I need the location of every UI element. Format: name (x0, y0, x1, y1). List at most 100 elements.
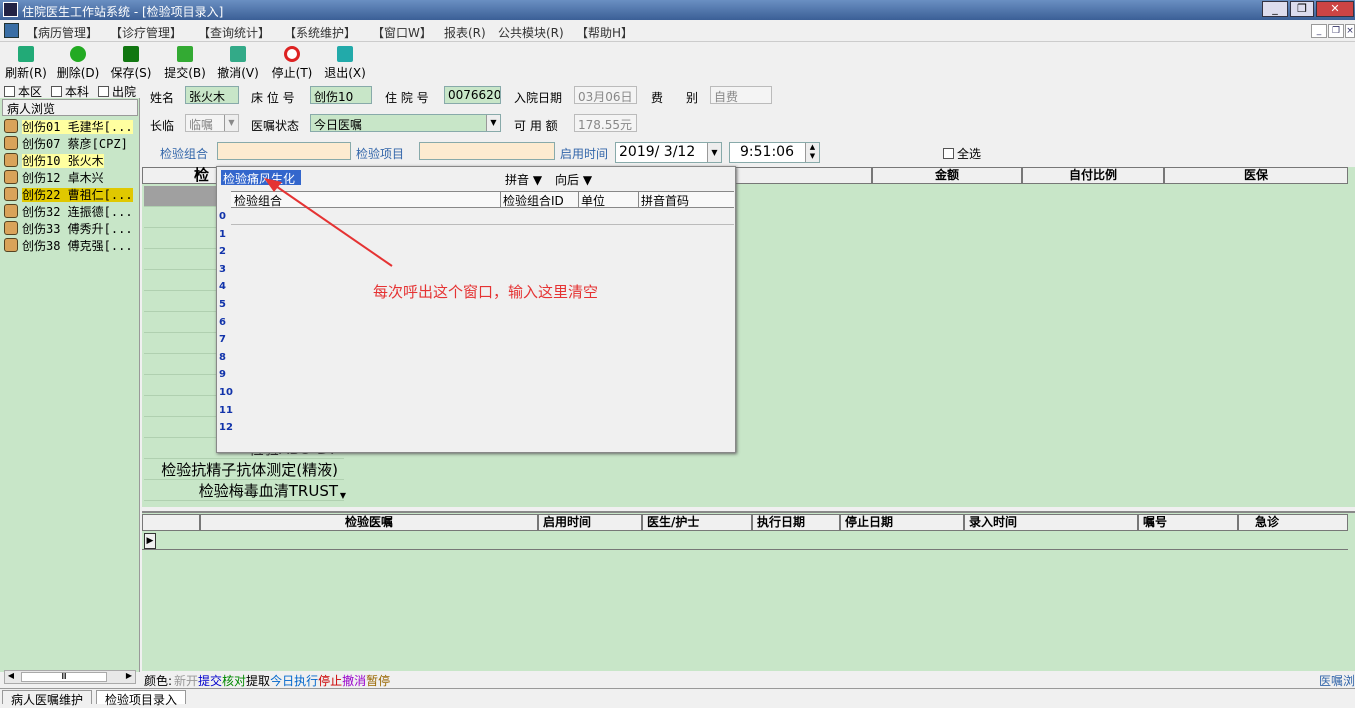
menu-help[interactable]: 【帮助H】 (576, 24, 633, 41)
start-time-spinner[interactable]: 9:51:06 ▲ ▼ (729, 142, 820, 163)
combo-input[interactable] (217, 142, 351, 160)
checkbox-icon (4, 86, 15, 97)
window-tabs: 病人医嘱维护 检验项目录入 (0, 688, 1355, 707)
exit-button[interactable]: 退出(X) (321, 45, 369, 80)
start-date-picker[interactable]: 2019/ 3/12 ▼ (615, 142, 722, 163)
header-amount: 金额 (872, 167, 1022, 184)
exit-icon (337, 46, 353, 62)
toolbar: 刷新(R) 删除(D) 保存(S) 提交(B) 撤消(V) 停止(T) 退出(X… (0, 42, 1355, 80)
list-item[interactable]: 创伤38 傅克强[... (4, 237, 138, 254)
mdi-close-button[interactable]: × (1345, 24, 1355, 38)
mdi-minimize-button[interactable]: _ (1311, 24, 1327, 38)
order-status-label: 医嘱状态 (251, 119, 300, 133)
admit-field: 03月06日 (574, 86, 637, 104)
legend-item: 新开 (174, 674, 199, 688)
stop-button[interactable]: 停止(T) (268, 45, 316, 80)
list-item[interactable]: 创伤22 曹祖仁[... (4, 186, 138, 203)
list-item[interactable]: 创伤01 毛建华[... (4, 118, 138, 135)
legend-items: 新开提交核对提取今日执行停止撤消暂停 (174, 672, 390, 689)
select-all-checkbox[interactable]: 全选 (943, 145, 981, 162)
list-item[interactable]: 创伤33 傅秀升[... (4, 220, 138, 237)
table-row[interactable]: ▶ (142, 532, 1348, 550)
patient-avatar-icon (4, 204, 18, 218)
chevron-down-icon: ▼ (224, 115, 238, 131)
checkbox-icon (98, 86, 109, 97)
patient-browser: 本区 本科 出院 病人浏览 创伤01 毛建华[... 创伤07 蔡彦[CPZ] 创伤… (0, 80, 140, 684)
row-number: 7 (219, 334, 226, 346)
fee-label-2: 别 (686, 91, 699, 105)
ward-filter-bar: 本区 本科 出院 (0, 80, 140, 100)
menu-medical-records[interactable]: 【病历管理】 (26, 24, 98, 41)
legend-item: 暂停 (366, 674, 391, 688)
list-item[interactable]: 创伤10 张火木 (4, 152, 138, 169)
scroll-left-icon[interactable]: ◀ (5, 671, 17, 683)
inpatient-label: 住 院 号 (385, 91, 429, 105)
table-row[interactable]: 检验梅毒血清TRUST (144, 480, 344, 501)
title-bar: 住院医生工作站系统 - [检验项目录入] _ ❐ ✕ (0, 0, 1355, 20)
app-icon (3, 2, 18, 17)
list-item[interactable]: 创伤07 蔡彦[CPZ] (4, 135, 138, 152)
save-button[interactable]: 保存(S) (107, 45, 155, 80)
scroll-right-icon[interactable]: ▶ (123, 671, 135, 683)
scroll-down-icon[interactable]: ▼ (336, 491, 350, 505)
row-number: 6 (219, 316, 226, 328)
header-blank (736, 167, 872, 184)
refresh-button[interactable]: 刷新(R) (2, 45, 50, 80)
horizontal-scrollbar[interactable]: ◀ Ⅲ ▶ (4, 670, 136, 684)
submit-icon (177, 46, 193, 62)
name-field: 张火木 (185, 86, 239, 104)
fee-label: 费 (651, 91, 664, 105)
filter-discharged[interactable]: 出院 (98, 83, 136, 100)
close-button[interactable]: ✕ (1316, 1, 1354, 17)
legend-item: 提取 (246, 674, 271, 688)
long-temp-select[interactable]: 临嘱 ▼ (185, 114, 239, 132)
submit-button[interactable]: 提交(B) (161, 45, 209, 80)
menu-public[interactable]: 公共模块(R) (498, 24, 564, 41)
lab-order-grid: 检验医嘱 启用时间 医生/护士 执行日期 停止日期 录入时间 嘱号 急诊 ▶ (142, 511, 1355, 671)
available-label: 可 用 额 (514, 119, 558, 133)
patient-avatar-icon (4, 187, 18, 201)
list-item[interactable]: 创伤32 连振德[... (4, 203, 138, 220)
undo-button[interactable]: 撤消(V) (214, 45, 262, 80)
undo-icon (230, 46, 246, 62)
menu-system[interactable]: 【系统维护】 (284, 24, 356, 41)
row-number: 9 (219, 369, 226, 381)
save-icon (123, 46, 139, 62)
bed-field: 创伤10 (310, 86, 372, 104)
menu-treatment[interactable]: 【诊疗管理】 (110, 24, 182, 41)
scroll-thumb[interactable]: Ⅲ (21, 672, 107, 682)
patient-info-form: 姓名 张火木 床 位 号 创伤10 住 院 号 00766207 入院日期 03… (141, 80, 1355, 168)
menu-report[interactable]: 报表(R) (444, 24, 486, 41)
filter-ward[interactable]: 本区 (4, 83, 42, 100)
header-self-pay: 自付比例 (1022, 167, 1164, 184)
legend-item: 提交 (198, 674, 223, 688)
order-status-select[interactable]: 今日医嘱 ▼ (310, 114, 501, 132)
menu-window[interactable]: 【窗口W】 (372, 24, 432, 41)
order-browse-label: 医嘱浏 (1318, 674, 1355, 688)
combo-label: 检验组合 (160, 147, 209, 161)
legend-prefix: 颜色: (144, 674, 173, 688)
legend-item: 撤消 (342, 674, 367, 688)
stop-icon (284, 46, 300, 62)
item-input[interactable] (419, 142, 555, 160)
legend-item: 今日执行 (270, 674, 319, 688)
table-row[interactable]: 检验抗精子抗体测定(精液) (144, 459, 344, 480)
delete-button[interactable]: 删除(D) (54, 45, 102, 80)
menu-query[interactable]: 【查询统计】 (198, 24, 270, 41)
patient-avatar-icon (4, 221, 18, 235)
list-item[interactable]: 创伤12 卓木兴 (4, 169, 138, 186)
header-emergency: 急诊 (1238, 514, 1348, 531)
menu-bar: 【病历管理】 【诊疗管理】 【查询统计】 【系统维护】 【窗口W】 报表(R) … (0, 20, 1355, 42)
spinner-icon[interactable]: ▲ ▼ (805, 143, 819, 162)
annotation-text: 每次呼出这个窗口，输入这里清空 (373, 283, 599, 301)
mdi-restore-button[interactable]: ❐ (1328, 24, 1344, 38)
header-exec-date: 执行日期 (752, 514, 840, 531)
header-stop-date: 停止日期 (840, 514, 964, 531)
minimize-button[interactable]: _ (1262, 1, 1288, 17)
checkbox-icon (51, 86, 62, 97)
row-number: 12 (219, 422, 233, 434)
filter-department[interactable]: 本科 (51, 83, 89, 100)
row-pointer-icon: ▶ (144, 533, 156, 549)
maximize-button[interactable]: ❐ (1290, 1, 1314, 17)
inpatient-field: 00766207 (444, 86, 501, 104)
